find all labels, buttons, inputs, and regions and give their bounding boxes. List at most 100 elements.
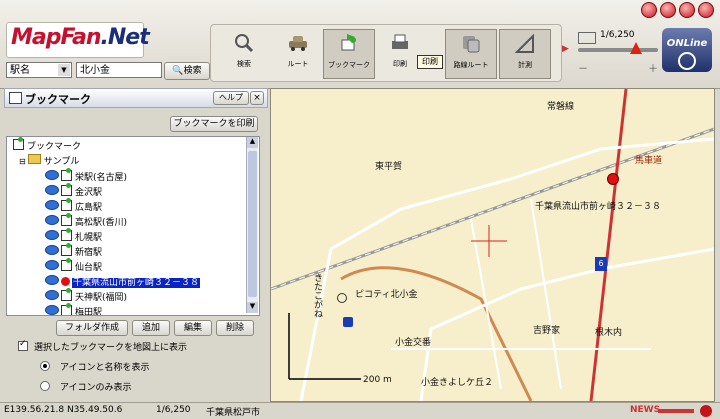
search-row: 駅名 ▼ 北小金 🔍検索 [6,62,210,82]
map-label: 千葉県流山市前ヶ崎３２－３８ [535,202,662,212]
landmark-icon [337,293,347,303]
bookmark-flag-icon [61,198,72,211]
map-label: 小金きよしケ丘２ [421,378,494,388]
folder-icon [27,154,41,164]
panel-close-button[interactable]: × [250,91,264,105]
print-bookmarks-button[interactable]: ブックマークを印刷 [170,116,258,132]
route-number-badge: 6 [595,257,607,271]
visibility-icon[interactable] [45,185,59,195]
help-button[interactable]: ヘルプ [213,91,249,105]
status-bar: E139.56.21.8 N35.49.50.6 1/6,250 千葉県松戸市 … [0,402,720,419]
search-tool-button[interactable]: 検索 [219,29,269,77]
tree-item[interactable]: 梅田駅 [45,303,103,315]
bookmark-pin-icon[interactable] [607,173,619,185]
tree-item[interactable]: 仙台駅 [45,258,103,274]
bookmark-flag-icon [341,34,356,51]
tree-folder[interactable]: ⊟ サンプル [19,154,80,168]
zoom-mode-icon[interactable] [578,32,596,44]
measure-tool-button[interactable]: 計測 [499,29,551,79]
scale-display: 1/6,250 [600,30,635,40]
tree-item[interactable]: 金沢駅 [45,183,103,199]
tree-item-selected[interactable]: 千葉県流山市前ヶ崎３２－３８ [45,275,201,289]
train-route-tool-button[interactable]: 路線ルート [445,29,497,79]
search-button[interactable]: 🔍検索 [164,62,210,80]
radio-button[interactable] [40,381,50,391]
help-window-button[interactable] [641,2,657,18]
bookmark-flag-icon [61,168,72,181]
map-label: 東平賀 [375,162,403,172]
bookmark-tree: ブックマーク ⊟ サンプル 栄駅(名古屋) 金沢駅 広島駅 高松駅(香川) 札幌駅… [6,136,260,316]
window-controls [641,2,714,18]
tree-root[interactable]: ブックマーク [13,137,82,153]
tool-buttons: 検索 ルート ブックマーク 印刷 印刷 路線ルート 計測 [210,24,562,82]
bookmark-flag-icon [61,258,72,271]
scroll-up-icon[interactable]: ▲ [247,137,258,148]
visibility-icon[interactable] [45,230,59,240]
restore-button[interactable] [679,2,695,18]
news-toggle-icon[interactable] [700,405,712,417]
delete-button[interactable]: 削除 [216,320,254,336]
tree-item[interactable]: 栄駅(名古屋) [45,168,128,184]
map-view[interactable]: 常磐線 東平賀 馬車道 千葉県流山市前ヶ崎３２－３８ 6 きたこがね ピコティ北… [270,88,715,402]
radio-icon-and-name[interactable]: アイコンと名称を表示 [40,360,150,373]
bookmark-flag-icon [13,137,24,150]
search-category-select[interactable]: 駅名 ▼ [6,62,72,78]
tree-item[interactable]: 天神駅(福岡) [45,288,128,304]
zoom-slider-thumb[interactable] [630,42,642,54]
zoom-out-icon[interactable]: － [578,60,588,75]
red-pin-icon [61,277,70,286]
bookmark-tool-button[interactable]: ブックマーク [323,29,375,79]
mapfan-logo: MapFan.Net [6,22,150,58]
news-label[interactable]: NEWS [630,405,660,415]
visibility-icon[interactable] [45,260,59,270]
refresh-icon [678,52,696,70]
visibility-icon[interactable] [45,200,59,210]
zoom-in-icon[interactable]: ＋ [648,60,658,75]
map-label: 小金交番 [395,338,432,348]
route-tool-button[interactable]: ルート [273,29,323,77]
visibility-icon[interactable] [45,290,59,300]
map-label: ピコティ北小金 [355,290,418,300]
tree-item[interactable]: 札幌駅 [45,228,103,244]
online-button[interactable]: ONLine [662,28,712,72]
map-label: 馬車道 [635,156,663,166]
scroll-down-icon[interactable]: ▼ [247,302,258,313]
expand-toggle-icon[interactable]: ⊟ [19,157,26,166]
radio-button[interactable] [40,361,50,371]
news-ticker [658,409,694,413]
tree-item[interactable]: 新宿駅 [45,243,103,259]
show-on-map-checkbox[interactable] [18,339,28,351]
map-label: きたこがね [312,273,322,318]
edit-button[interactable]: 編集 [174,320,212,336]
chevron-down-icon[interactable]: ▼ [58,64,70,76]
tree-item[interactable]: 広島駅 [45,198,103,214]
bookmark-flag-icon [61,213,72,226]
map-label: 吉野家 [533,326,561,336]
visibility-icon[interactable] [45,305,59,315]
close-window-button[interactable] [698,2,714,18]
tree-item[interactable]: 高松駅(香川) [45,213,128,229]
print-tooltip: 印刷 [417,55,443,69]
zoom-controls: ▶ 1/6,250 － ＋ [562,24,660,80]
bookmark-flag-icon [61,183,72,196]
zoom-slider[interactable] [578,48,658,52]
tree-scrollbar[interactable]: ▲ ▼ [246,137,258,313]
bookmark-flag-icon [9,92,22,104]
visibility-icon[interactable] [45,170,59,180]
bookmark-flag-icon [61,288,72,301]
scroll-thumb[interactable] [248,151,257,297]
show-on-map-option[interactable]: 選択したブックマークを地図上に表示 [18,339,187,353]
visibility-icon[interactable] [45,275,59,285]
search-input[interactable]: 北小金 [76,62,162,78]
minimize-button[interactable] [660,2,676,18]
create-folder-button[interactable]: フォルダ作成 [56,320,128,336]
play-arrow-icon[interactable]: ▶ [562,44,569,54]
bookmark-flag-icon [61,303,72,315]
visibility-icon[interactable] [45,245,59,255]
radio-icon-only[interactable]: アイコンのみ表示 [40,380,132,393]
print-tool-button[interactable]: 印刷 [375,29,425,77]
map-label: 常磐線 [547,102,575,112]
panel-header: ブックマーク ヘルプ × [4,88,268,108]
visibility-icon[interactable] [45,215,59,225]
add-button[interactable]: 追加 [132,320,170,336]
